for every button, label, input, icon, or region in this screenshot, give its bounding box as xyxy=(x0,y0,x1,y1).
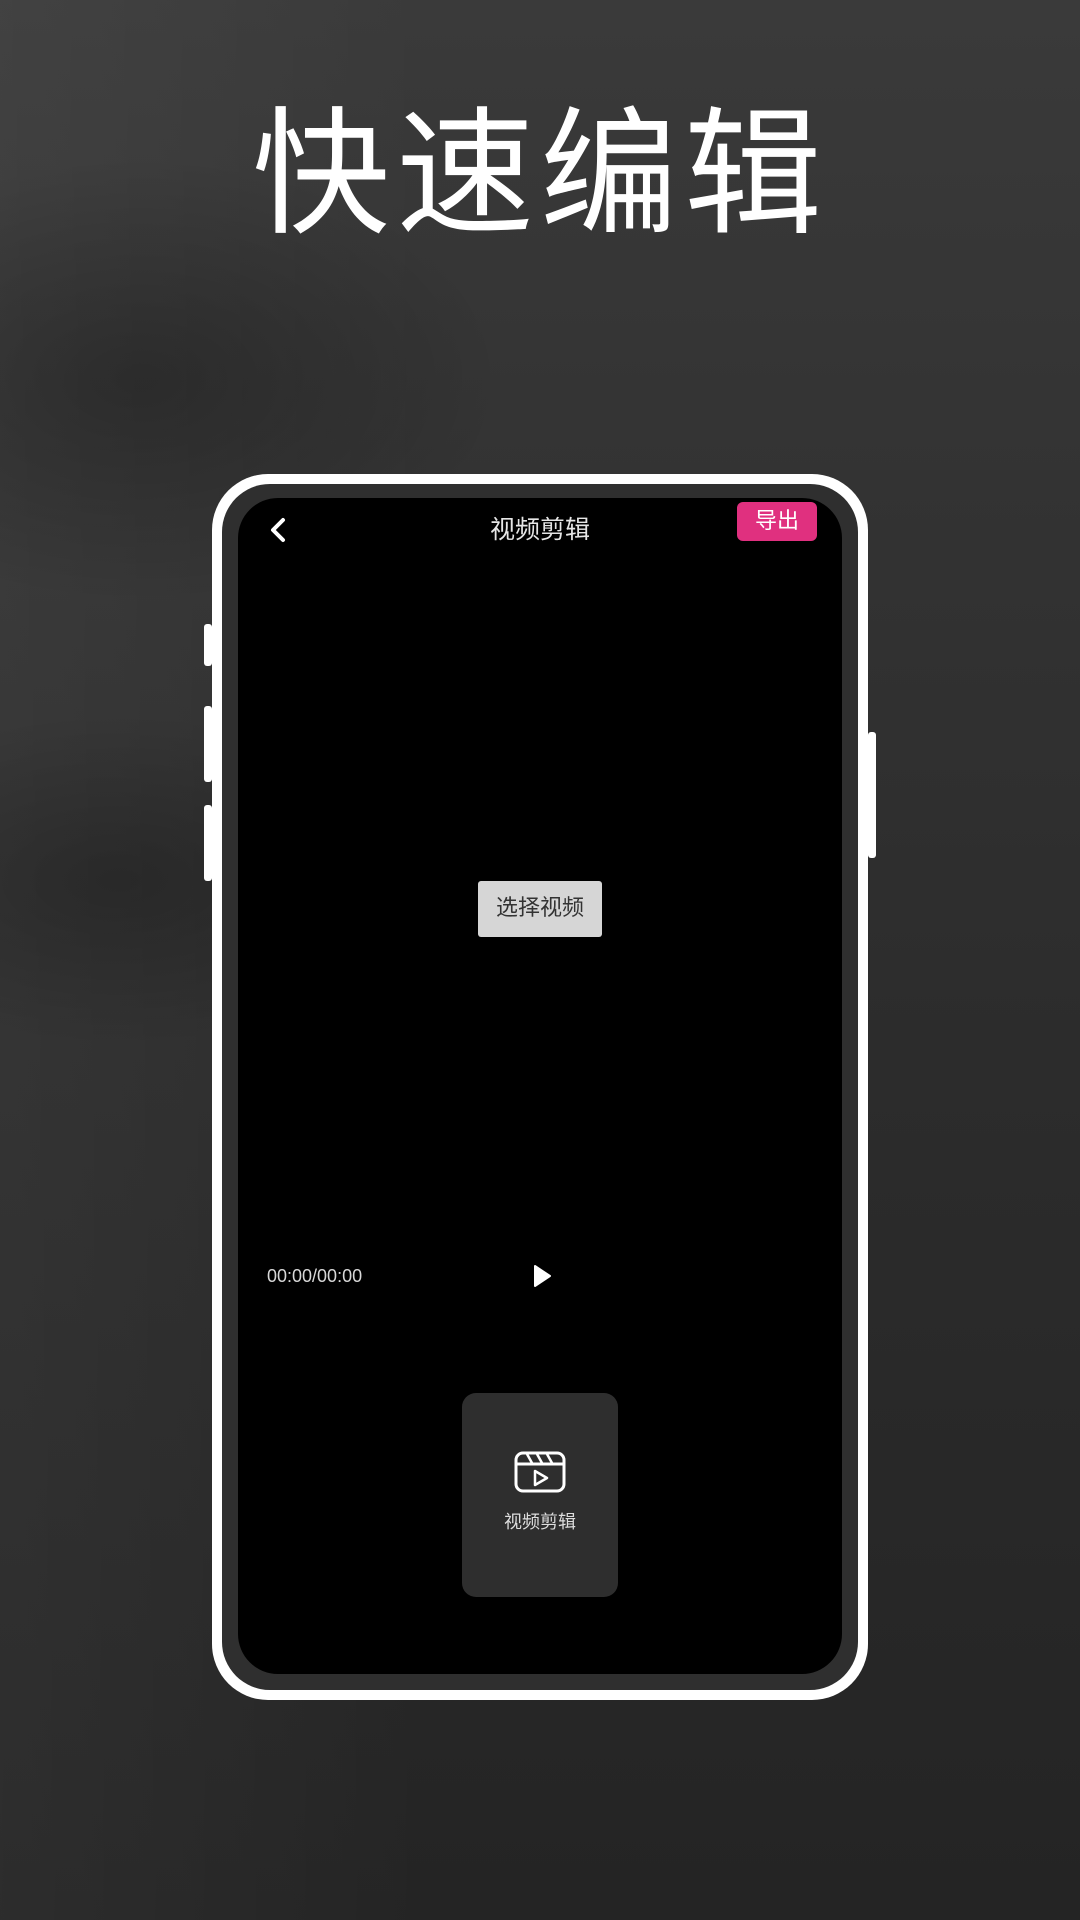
tool-label: 视频剪辑 xyxy=(504,1512,576,1533)
headline: 快速编辑 xyxy=(251,94,828,255)
export-button[interactable]: 导出 xyxy=(737,502,817,541)
phone-power-button xyxy=(868,732,876,858)
play-button[interactable] xyxy=(526,1261,556,1291)
tool-card-video-edit[interactable]: 视频剪辑 xyxy=(462,1393,618,1597)
phone-mockup: 视频剪辑 导出 选择视频 00:00/00:00 视频剪辑 xyxy=(204,474,876,1700)
video-clapper-icon xyxy=(514,1451,566,1493)
time-display: 00:00/00:00 xyxy=(267,1266,363,1286)
play-icon xyxy=(534,1265,551,1287)
phone-side-button-1 xyxy=(204,624,212,666)
phone-side-button-3 xyxy=(204,805,212,881)
phone-screen: 视频剪辑 导出 选择视频 00:00/00:00 视频剪辑 xyxy=(238,498,842,1674)
phone-side-button-2 xyxy=(204,706,212,782)
select-video-button[interactable]: 选择视频 xyxy=(478,881,602,937)
